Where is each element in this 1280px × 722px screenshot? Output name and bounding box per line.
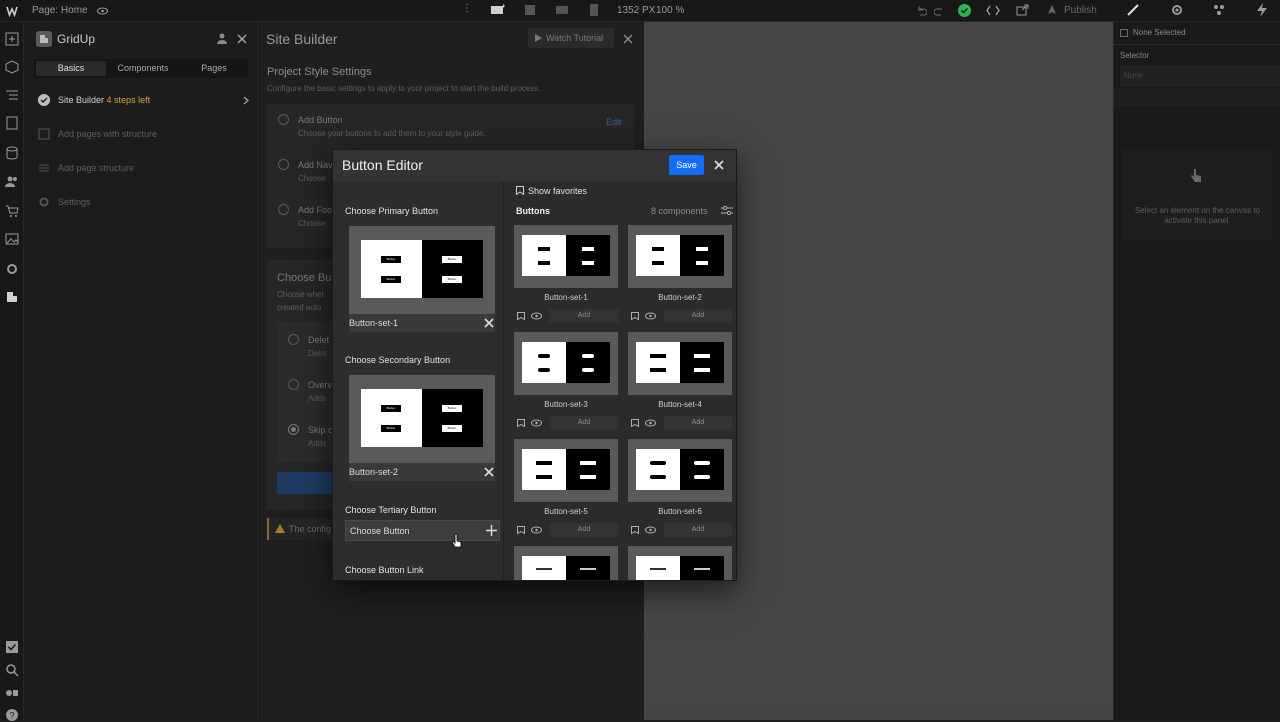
preview-dark: Button Button bbox=[422, 389, 483, 447]
eye-icon[interactable] bbox=[531, 526, 542, 534]
primary-button-label: Choose Primary Button bbox=[345, 206, 439, 216]
button-selection-column: Choose Primary Button Button Button Butt… bbox=[333, 181, 505, 580]
component-card[interactable]: Button-set-3 Add bbox=[514, 332, 618, 432]
plus-icon[interactable] bbox=[486, 525, 497, 536]
component-card[interactable] bbox=[628, 546, 732, 580]
component-card[interactable]: Button-set-2 Add bbox=[628, 225, 732, 325]
eye-icon[interactable] bbox=[645, 526, 656, 534]
filter-sliders-icon[interactable] bbox=[721, 205, 733, 216]
add-button[interactable]: Add bbox=[550, 309, 618, 323]
remove-icon[interactable] bbox=[484, 467, 494, 477]
modal-header: Button Editor Save bbox=[333, 150, 736, 181]
component-thumbnail bbox=[514, 332, 618, 395]
show-favorites-toggle[interactable]: Show favorites bbox=[528, 186, 587, 196]
mini-button: Button bbox=[381, 425, 401, 432]
eye-icon[interactable] bbox=[531, 312, 542, 320]
card-actions: Add bbox=[514, 416, 618, 430]
close-icon[interactable] bbox=[712, 158, 726, 172]
mini-button: Button bbox=[381, 256, 401, 263]
mini-button: Button bbox=[442, 425, 462, 432]
button-link-label: Choose Button Link bbox=[345, 565, 424, 575]
component-thumbnail bbox=[628, 439, 732, 502]
primary-button-preview: Button Button Button Button Button-set-1 bbox=[349, 226, 495, 332]
component-card[interactable] bbox=[514, 546, 618, 580]
save-button[interactable]: Save bbox=[669, 155, 704, 175]
component-thumbnail bbox=[628, 332, 732, 395]
add-button[interactable]: Add bbox=[550, 416, 618, 430]
component-card[interactable]: Button-set-6 Add bbox=[628, 439, 732, 539]
button-library-column: Show favorites Buttons 8 components Butt… bbox=[503, 181, 736, 580]
choose-button-placeholder: Choose Button bbox=[350, 526, 410, 536]
component-thumbnail bbox=[628, 546, 732, 580]
component-name: Button-set-3 bbox=[544, 400, 588, 409]
mouse-cursor-icon bbox=[452, 533, 462, 548]
add-button[interactable]: Add bbox=[664, 309, 732, 323]
eye-icon[interactable] bbox=[531, 419, 542, 427]
component-name: Button-set-4 bbox=[658, 400, 702, 409]
eye-icon[interactable] bbox=[645, 419, 656, 427]
preview-thumbnail: Button Button Button Button bbox=[349, 375, 495, 463]
bookmark-icon[interactable] bbox=[631, 526, 639, 534]
component-thumbnail bbox=[514, 546, 618, 580]
button-editor-modal: Button Editor Save Choose Primary Button… bbox=[332, 149, 737, 581]
tertiary-button-label: Choose Tertiary Button bbox=[345, 505, 437, 515]
components-count: 8 components bbox=[651, 206, 708, 216]
card-actions: Add bbox=[514, 309, 618, 323]
preview-light: Button Button bbox=[361, 240, 422, 298]
remove-icon[interactable] bbox=[484, 318, 494, 328]
secondary-button-label: Choose Secondary Button bbox=[345, 355, 451, 365]
secondary-button-preview: Button Button Button Button Button-set-2 bbox=[349, 375, 495, 481]
component-grid: Button-set-1 Add Button-set-2 Add Button… bbox=[504, 223, 736, 580]
card-actions: Add bbox=[628, 309, 732, 323]
component-name: Button-set-2 bbox=[658, 293, 702, 302]
preview-light: Button Button bbox=[361, 389, 422, 447]
choose-tertiary-button[interactable]: Choose Button bbox=[345, 520, 500, 541]
mini-button: Button bbox=[442, 276, 462, 283]
component-card[interactable]: Button-set-5 Add bbox=[514, 439, 618, 539]
card-actions: Add bbox=[628, 416, 732, 430]
bookmark-icon[interactable] bbox=[517, 419, 525, 427]
component-name: Button-set-5 bbox=[544, 507, 588, 516]
mini-button: Button bbox=[381, 405, 401, 412]
component-name: Button-set-1 bbox=[544, 293, 588, 302]
component-thumbnail bbox=[514, 225, 618, 288]
preview-dark: Button Button bbox=[422, 240, 483, 298]
add-button[interactable]: Add bbox=[664, 523, 732, 537]
add-button[interactable]: Add bbox=[550, 523, 618, 537]
component-thumbnail bbox=[514, 439, 618, 502]
bookmark-icon[interactable] bbox=[631, 419, 639, 427]
preview-thumbnail: Button Button Button Button bbox=[349, 226, 495, 314]
component-name: Button-set-6 bbox=[658, 507, 702, 516]
bookmark-icon[interactable] bbox=[517, 526, 525, 534]
bookmark-icon[interactable] bbox=[517, 312, 525, 320]
mini-button: Button bbox=[442, 405, 462, 412]
buttons-heading: Buttons bbox=[516, 206, 550, 216]
secondary-button-name: Button-set-2 bbox=[349, 467, 399, 477]
mini-button: Button bbox=[442, 256, 462, 263]
bookmark-icon[interactable] bbox=[631, 312, 639, 320]
component-card[interactable]: Button-set-4 Add bbox=[628, 332, 732, 432]
primary-button-name: Button-set-1 bbox=[349, 318, 399, 328]
card-actions: Add bbox=[628, 523, 732, 537]
bookmark-icon[interactable] bbox=[516, 186, 524, 195]
add-button[interactable]: Add bbox=[664, 416, 732, 430]
mini-button: Button bbox=[381, 276, 401, 283]
component-card[interactable]: Button-set-1 Add bbox=[514, 225, 618, 325]
modal-title: Button Editor bbox=[342, 157, 423, 173]
component-thumbnail bbox=[628, 225, 732, 288]
eye-icon[interactable] bbox=[645, 312, 656, 320]
card-actions: Add bbox=[514, 523, 618, 537]
